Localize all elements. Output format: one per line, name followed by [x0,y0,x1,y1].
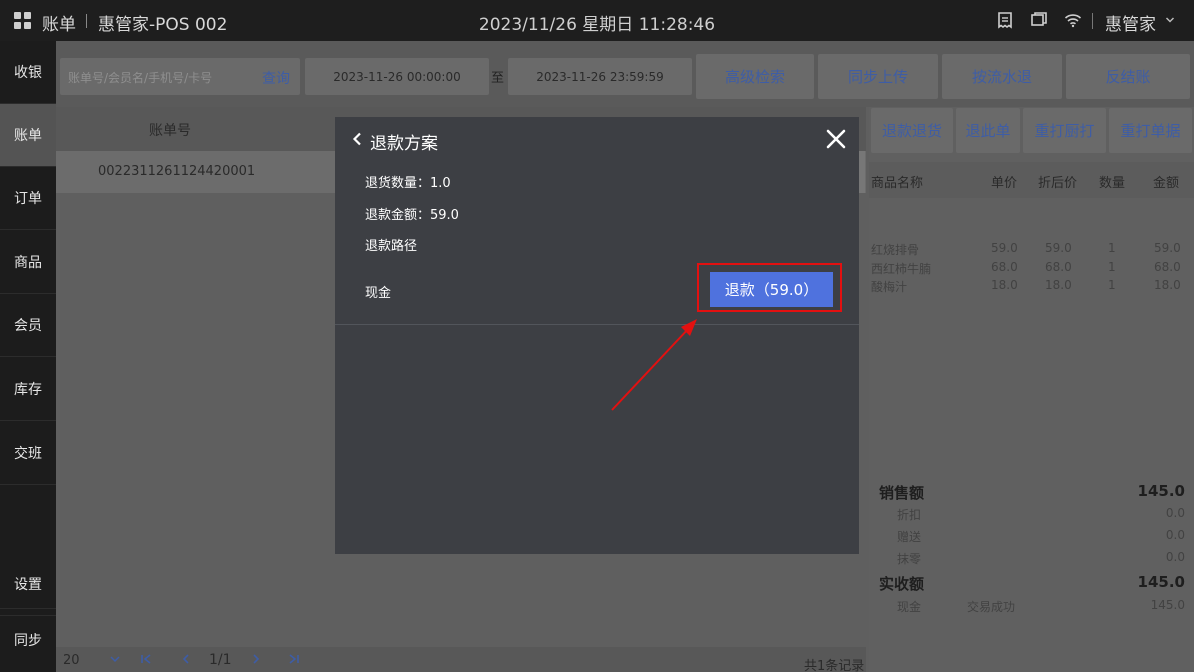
item-qty: 1 [1108,241,1116,255]
sidebar-item-members[interactable]: 会员 [0,294,56,357]
receipt-icon[interactable] [996,11,1014,29]
prev-page-icon[interactable] [181,653,191,665]
page-indicator: 1/1 [209,652,232,668]
back-icon[interactable] [351,132,363,146]
reprint-receipt-button[interactable]: 重打单据 [1109,108,1192,153]
search-input[interactable]: 账单号/会员名/手机号/卡号 查询 [60,58,300,95]
bill-number-cell: 0022311261124420001 [98,164,256,179]
wifi-icon [1064,14,1082,28]
item-name: 西红柿牛腩 [871,262,932,276]
sales-value: 145.0 [1137,482,1185,500]
window-icon[interactable] [1030,11,1048,29]
discount-value: 0.0 [1165,506,1185,520]
filter-bar: 账单号/会员名/手机号/卡号 查询 2023-11-26 00:00:00 至 … [56,41,1194,107]
sidebar-item-products[interactable]: 商品 [0,231,56,294]
gift-label: 赠送 [897,530,922,544]
search-placeholder: 账单号/会员名/手机号/卡号 [68,71,213,85]
rounding-value: 0.0 [1165,550,1185,564]
item-amount: 18.0 [1154,278,1181,292]
grid-icon[interactable] [14,12,31,29]
item-amount: 68.0 [1154,260,1181,274]
refund-plan-dialog: 退款方案 退货数量：1.0 退款金额：59.0 退款路径 现金 退款（59.0） [335,117,859,554]
table-row[interactable]: 红烧排骨 59.0 59.0 1 59.0 [869,241,1194,259]
reprint-kitchen-button[interactable]: 重打厨打 [1023,108,1106,153]
title-divider [86,14,87,28]
payment-status: 交易成功 [967,600,1016,614]
detail-table-header: 商品名称 单价 折后价 数量 金额 [869,162,1194,198]
item-discounted: 18.0 [1045,278,1072,292]
table-row[interactable]: 西红柿牛腩 68.0 68.0 1 68.0 [869,260,1194,278]
item-qty: 1 [1108,260,1116,274]
advanced-search-button[interactable]: 高级检索 [696,54,814,99]
page-size-select[interactable]: 20 [63,653,80,668]
item-price: 59.0 [991,241,1018,255]
chevron-down-icon[interactable] [1165,15,1175,25]
col-product-name: 商品名称 [871,176,924,191]
item-price: 18.0 [991,278,1018,292]
start-date-input[interactable]: 2023-11-26 00:00:00 [305,58,489,95]
refund-by-serial-button[interactable]: 按流水退 [942,54,1062,99]
next-page-icon[interactable] [251,653,261,665]
sidebar-item-settings[interactable]: 设置 [0,553,56,616]
refund-method-cash: 现金 [365,286,392,301]
item-qty: 1 [1108,278,1116,292]
sidebar-item-sync[interactable]: 同步 [0,608,56,671]
top-bar: 账单 惠管家-POS 002 2023/11/26 星期日 11:28:46 惠… [0,0,1194,41]
received-value: 145.0 [1137,573,1185,591]
col-discounted-price: 折后价 [1038,176,1078,191]
device-name: 惠管家-POS 002 [98,15,228,35]
col-quantity: 数量 [1099,176,1126,191]
datetime: 2023/11/26 星期日 11:28:46 [478,15,716,35]
col-unit-price: 单价 [991,176,1018,191]
item-name: 酸梅汁 [871,280,908,294]
record-count: 共1条记录 [804,659,865,672]
user-divider [1092,13,1093,29]
sync-upload-button[interactable]: 同步上传 [818,54,938,99]
refund-amount: 退款金额：59.0 [365,208,459,223]
refund-this-bill-button[interactable]: 退此单 [956,108,1020,153]
item-discounted: 59.0 [1045,241,1072,255]
received-label: 实收额 [879,575,925,593]
end-date-input[interactable]: 2023-11-26 23:59:59 [508,58,692,95]
user-name[interactable]: 惠管家 [1105,10,1156,35]
payment-method: 现金 [897,600,922,614]
item-discounted: 68.0 [1045,260,1072,274]
date-range-separator: 至 [491,71,505,86]
page-title: 账单 [42,15,76,35]
refund-return-button[interactable]: 退款退货 [871,108,953,153]
first-page-icon[interactable] [140,653,152,665]
sidebar: 收银 账单 订单 商品 会员 库存 交班 设置 同步 [0,41,56,672]
rounding-label: 抹零 [897,552,922,566]
item-name: 红烧排骨 [871,243,920,257]
bill-summary: 销售额 145.0 折扣 0.0 赠送 0.0 抹零 0.0 实收额 145.0… [869,477,1194,672]
bill-detail-panel: 退款退货 退此单 重打厨打 重打单据 商品名称 单价 折后价 数量 金额 红烧排… [869,107,1194,672]
return-quantity: 退货数量：1.0 [365,176,451,191]
item-amount: 59.0 [1154,241,1181,255]
reverse-checkout-button[interactable]: 反结账 [1066,54,1190,99]
sidebar-item-shift[interactable]: 交班 [0,422,56,485]
dialog-title: 退款方案 [370,134,438,154]
sidebar-item-inventory[interactable]: 库存 [0,358,56,421]
close-icon[interactable] [825,128,847,150]
last-page-icon[interactable] [288,653,300,665]
sidebar-item-cashier[interactable]: 收银 [0,41,56,104]
query-button[interactable]: 查询 [262,68,290,88]
discount-label: 折扣 [897,508,922,522]
item-price: 68.0 [991,260,1018,274]
bill-number-column: 账单号 [149,123,191,139]
refund-path-label: 退款路径 [365,239,418,254]
gift-value: 0.0 [1165,528,1185,542]
highlight-box [697,263,842,312]
sales-label: 销售额 [879,484,925,502]
sidebar-item-orders[interactable]: 订单 [0,167,56,230]
sidebar-item-bills[interactable]: 账单 [0,104,56,167]
scrollbar[interactable] [859,151,865,193]
pager: 20 1/1 共1条记录 [56,647,866,672]
chevron-down-icon[interactable] [110,655,120,663]
table-row[interactable]: 酸梅汁 18.0 18.0 1 18.0 [869,278,1194,296]
payment-value: 145.0 [1150,598,1185,612]
dialog-divider [335,324,859,325]
col-amount: 金额 [1153,176,1180,191]
